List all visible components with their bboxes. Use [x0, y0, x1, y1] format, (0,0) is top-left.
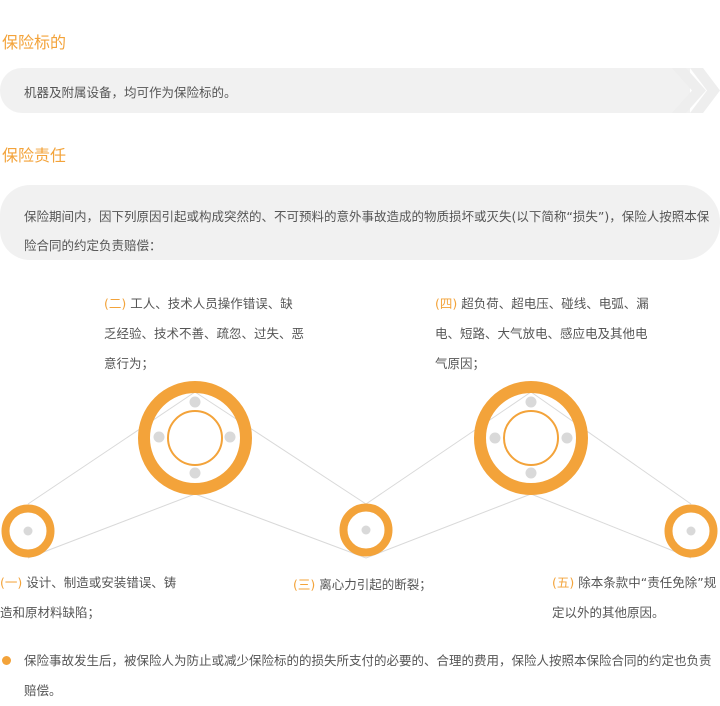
large-gear-icon	[138, 381, 252, 495]
cause-text: 超负荷、超电压、碰线、电弧、漏电、短路、大气放电、感应电及其他电气原因；	[435, 296, 649, 371]
cause-number: (三)	[293, 577, 316, 592]
expense-note: 保险事故发生后，被保险人为防止或减少保险标的的损失所支付的必要的、合理的费用，保…	[24, 653, 712, 698]
cause-item-3: (三) 离心力引起的断裂；	[293, 570, 493, 600]
small-gear-icon	[339, 503, 393, 557]
cause-text: 工人、技术人员操作错误、缺乏经验、技术不善、疏忽、过失、恶意行为；	[104, 296, 305, 371]
small-gear-icon	[664, 504, 718, 558]
connector-lines	[27, 391, 692, 559]
cause-item-1: (一) 设计、制造或安装错误、铸造和原材料缺陷；	[0, 568, 180, 628]
cause-item-4: (四) 超负荷、超电压、碰线、电弧、漏电、短路、大气放电、感应电及其他电气原因；	[435, 289, 655, 379]
bullet-dot-icon	[2, 656, 11, 665]
cause-text: 离心力引起的断裂；	[319, 577, 432, 592]
cause-number: (四)	[435, 296, 458, 311]
small-gear-icon	[1, 504, 55, 558]
cause-text: 设计、制造或安装错误、铸造和原材料缺陷；	[0, 575, 177, 620]
cause-item-2: (二) 工人、技术人员操作错误、缺乏经验、技术不善、疏忽、过失、恶意行为；	[104, 289, 304, 379]
cause-number: (五)	[552, 575, 575, 590]
large-gear-icon	[474, 381, 588, 495]
cause-number: (二)	[104, 296, 127, 311]
cause-text: 除本条款中“责任免除”规定以外的其他原因。	[552, 575, 717, 620]
cause-item-5: (五) 除本条款中“责任免除”规定以外的其他原因。	[552, 568, 720, 628]
cause-number: (一)	[0, 575, 23, 590]
chevron-arrow-icon	[672, 68, 720, 113]
